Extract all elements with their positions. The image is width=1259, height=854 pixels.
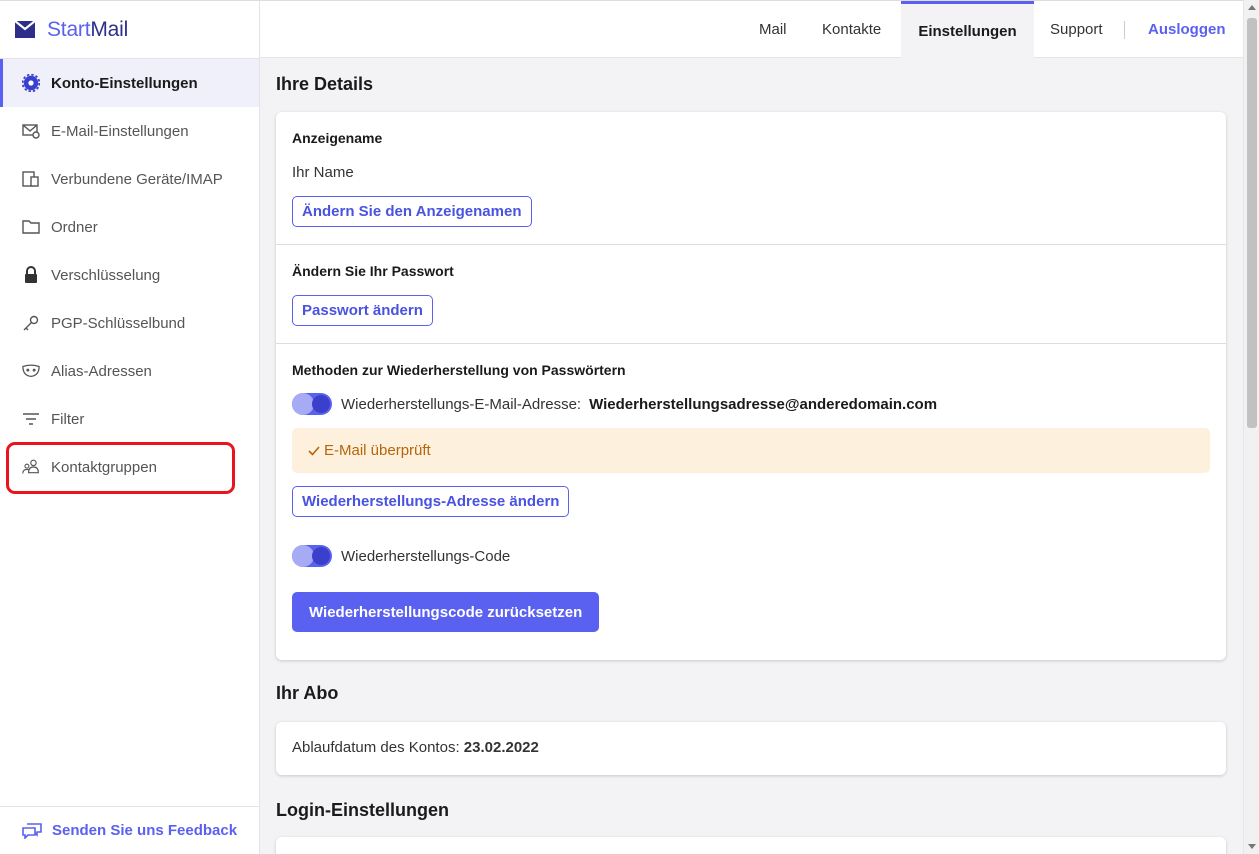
sidebar-item-label: Alias-Adressen [51,362,152,380]
recovery-block: Methoden zur Wiederherstellung von Passw… [276,344,1226,658]
password-block: Ändern Sie Ihr Passwort Passwort ändern [276,245,1226,344]
tab-settings[interactable]: Einstellungen [901,1,1034,58]
sidebar: StartMail Konto-Einstellungen E-Mail-Ein… [0,0,260,854]
section-title-subscription: Ihr Abo [276,683,339,703]
expiry-value: 23.02.2022 [463,739,539,756]
recovery-code-row: Wiederherstellungs-Code [292,545,510,567]
scrollbar[interactable] [1243,0,1259,854]
envelope-logo-icon [15,21,35,38]
scroll-down-arrow-icon[interactable] [1248,844,1256,849]
sidebar-item-label: Verbundene Geräte/IMAP [51,170,223,188]
nav-divider [1124,21,1125,39]
recovery-code-toggle[interactable] [292,545,332,567]
tab-support[interactable]: Support [1050,1,1103,58]
mail-settings-icon [22,122,40,140]
login-settings-card [276,837,1226,854]
email-verified-notice: E-Mail überprüft [292,428,1210,473]
display-name-heading: Anzeigename [292,130,383,146]
sidebar-item-account-settings[interactable]: Konto-Einstellungen [0,59,259,107]
display-name-block: Anzeigename Ihr Name Ändern Sie den Anze… [276,112,1226,245]
tab-contacts[interactable]: Kontakte [822,1,881,58]
devices-icon [22,170,40,188]
sidebar-item-filter[interactable]: Filter [0,395,259,443]
section-title-login-settings: Login-Einstellungen [276,800,449,820]
sidebar-item-label: Kontaktgruppen [51,458,157,476]
sidebar-item-email-settings[interactable]: E-Mail-Einstellungen [0,107,259,155]
sidebar-item-contact-groups[interactable]: Kontaktgruppen [0,443,259,491]
main-content: Ihre Details Anzeigename Ihr Name Ändern… [260,58,1243,854]
sidebar-item-label: PGP-Schlüsselbund [51,314,186,332]
tab-mail[interactable]: Mail [759,1,787,58]
contact-group-icon [22,458,40,476]
sidebar-item-encryption[interactable]: Verschlüsselung [0,251,259,299]
details-card: Anzeigename Ihr Name Ändern Sie den Anze… [276,112,1226,660]
sidebar-item-devices-imap[interactable]: Verbundene Geräte/IMAP [0,155,259,203]
reset-recovery-code-button[interactable]: Wiederherstellungscode zurücksetzen [292,592,600,632]
password-heading: Ändern Sie Ihr Passwort [292,263,454,279]
logout-link[interactable]: Ausloggen [1148,1,1226,58]
section-title-details: Ihre Details [276,74,374,94]
display-name-value: Ihr Name [292,164,354,181]
top-navigation: Mail Kontakte Einstellungen Support Ausl… [260,0,1243,58]
recovery-email-row: Wiederherstellungs-E-Mail-Adresse: Wiede… [292,393,937,415]
recovery-code-label: Wiederherstellungs-Code [341,547,511,565]
sidebar-item-alias-addresses[interactable]: Alias-Adressen [0,347,259,395]
feedback-link[interactable]: Senden Sie uns Feedback [0,806,259,854]
sidebar-item-label: Verschlüsselung [51,266,161,284]
lock-icon [22,266,40,284]
sidebar-item-label: Filter [51,410,85,428]
sidebar-item-label: Ordner [51,218,98,236]
change-recovery-address-button[interactable]: Wiederherstellungs-Adresse ändern [292,486,570,517]
recovery-email-toggle[interactable] [292,393,332,415]
logo[interactable]: StartMail [0,1,259,59]
sidebar-item-label: E-Mail-Einstellungen [51,122,189,140]
scrollbar-thumb[interactable] [1247,18,1257,428]
change-password-button[interactable]: Passwort ändern [292,295,433,326]
expiry-row: Ablaufdatum des Kontos: 23.02.2022 [292,739,539,756]
change-display-name-button[interactable]: Ändern Sie den Anzeigenamen [292,196,532,227]
subscription-card: Ablaufdatum des Kontos: 23.02.2022 [276,722,1226,775]
filter-icon [22,410,40,428]
checkmark-icon [308,445,320,456]
recovery-email-label: Wiederherstellungs-E-Mail-Adresse: [341,395,582,413]
mask-icon [22,362,40,380]
sidebar-item-label: Konto-Einstellungen [51,74,198,92]
verified-text: E-Mail überprüft [324,442,431,459]
sidebar-item-pgp-keyring[interactable]: PGP-Schlüsselbund [0,299,259,347]
feedback-label: Senden Sie uns Feedback [52,822,238,839]
folder-icon [22,218,40,236]
sidebar-item-folders[interactable]: Ordner [0,203,259,251]
recovery-email-value: Wiederherstellungsadresse@anderedomain.c… [589,395,938,413]
expiry-label: Ablaufdatum des Kontos: [292,739,460,756]
chat-bubbles-icon [22,822,42,839]
recovery-heading: Methoden zur Wiederherstellung von Passw… [292,362,626,378]
key-icon [22,314,40,332]
gear-icon [22,74,40,92]
logo-text: StartMail [47,17,129,41]
scroll-up-arrow-icon[interactable] [1248,5,1256,10]
